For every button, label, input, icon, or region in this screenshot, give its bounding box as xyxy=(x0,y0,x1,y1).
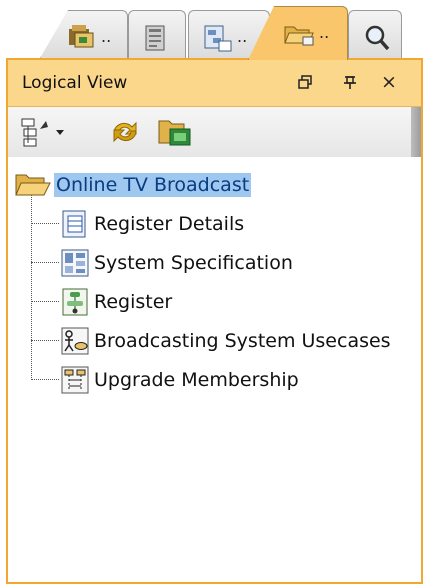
tree-item-upgrade-membership[interactable]: Upgrade Membership xyxy=(60,363,301,397)
tab-logical-view-label: .. xyxy=(319,23,330,42)
sequence-diagram-icon xyxy=(61,366,89,394)
tree-root-online-tv-broadcast[interactable]: Online TV Broadcast xyxy=(14,168,252,202)
tree-view-dropdown[interactable] xyxy=(54,115,66,149)
tree-connector xyxy=(31,379,59,380)
toolbar-grip[interactable] xyxy=(411,107,421,157)
new-folder-button[interactable] xyxy=(156,115,194,149)
pin-button[interactable] xyxy=(338,70,362,94)
tab-model-label: .. xyxy=(101,27,112,46)
tab-search[interactable] xyxy=(348,10,402,58)
panel-title: Logical View xyxy=(22,73,128,93)
tab-diagram-label: .. xyxy=(237,27,248,46)
refresh-icon xyxy=(113,121,137,143)
tree-connector xyxy=(31,262,59,263)
logical-view-icon xyxy=(283,19,315,53)
class-diagram-icon xyxy=(62,210,86,238)
activity-diagram-icon xyxy=(62,288,88,316)
tab-document[interactable] xyxy=(128,10,186,58)
tree-item-label: Upgrade Membership xyxy=(94,369,299,391)
tree-item-register-details[interactable]: Register Details xyxy=(60,207,246,241)
tree-view-icon xyxy=(21,118,48,147)
search-icon xyxy=(363,23,391,57)
close-button[interactable]: × xyxy=(377,70,401,94)
tree-item-label: System Specification xyxy=(94,252,293,274)
panel-title-bar: Logical View × xyxy=(8,60,421,107)
requirement-diagram-icon xyxy=(61,249,89,277)
restore-icon xyxy=(298,75,312,89)
diagram-navigator-icon xyxy=(203,23,233,57)
tree-item-label: Broadcasting System Usecases xyxy=(94,330,391,352)
new-folder-icon xyxy=(158,120,191,146)
tree-connector xyxy=(31,301,59,302)
panel-toolbar xyxy=(8,107,421,157)
tree-connector xyxy=(31,340,59,341)
tree-view-button[interactable] xyxy=(18,115,52,149)
pin-icon xyxy=(344,76,356,89)
logical-view-tree: Online TV Broadcast Register Details Sys… xyxy=(8,160,421,582)
close-icon: × xyxy=(381,71,397,93)
tree-root-label: Online TV Broadcast xyxy=(54,173,252,197)
tree-item-broadcasting-system-usecases[interactable]: Broadcasting System Usecases xyxy=(60,324,393,358)
tree-item-system-specification[interactable]: System Specification xyxy=(60,246,295,280)
model-explorer-icon xyxy=(67,23,97,55)
tree-connector xyxy=(31,223,59,224)
usecase-diagram-icon xyxy=(61,327,89,355)
tab-strip: .. .. .. xyxy=(0,0,430,60)
tab-model[interactable]: .. xyxy=(40,10,128,58)
tree-connector xyxy=(31,192,32,380)
refresh-button[interactable] xyxy=(108,115,142,149)
dropdown-arrow-icon xyxy=(56,130,64,135)
tree-item-register[interactable]: Register xyxy=(60,285,174,319)
document-icon xyxy=(143,23,169,57)
tree-item-label: Register Details xyxy=(94,213,245,235)
logical-view-panel: Logical View × Online TV Broadcast Regis… xyxy=(6,58,423,584)
restore-button[interactable] xyxy=(293,70,317,94)
folder-icon xyxy=(15,174,51,196)
tree-item-label: Register xyxy=(94,291,173,313)
